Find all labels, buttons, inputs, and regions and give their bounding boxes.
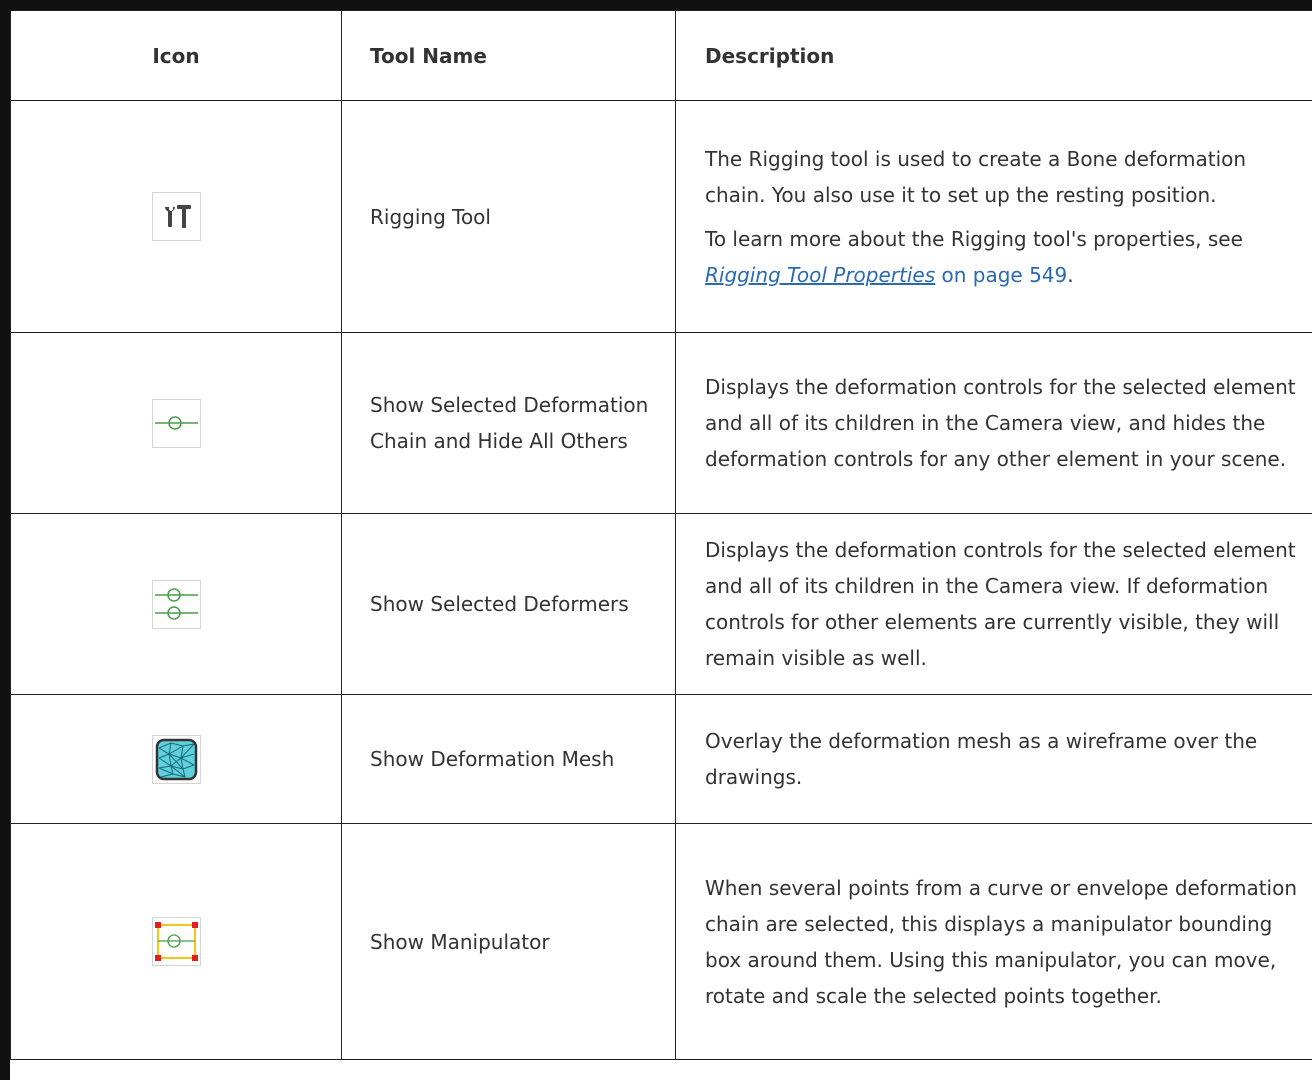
icon-cell <box>10 823 342 1060</box>
deformation-mesh-icon <box>151 734 201 784</box>
icon-cell <box>10 100 342 333</box>
description-text: Overlay the deformation mesh as a wirefr… <box>705 729 1258 789</box>
table-header-row: Icon Tool Name Description <box>10 10 1312 101</box>
page-reference-link[interactable]: on page 549 <box>935 263 1067 287</box>
icon-cell <box>10 332 342 514</box>
tool-name-cell: Show Selected Deformers <box>341 513 676 695</box>
icon-cell <box>10 513 342 695</box>
table-row: Show Manipulator When several points fro… <box>10 823 1312 1060</box>
table-row: Show Deformation Mesh Overlay the deform… <box>10 694 1312 824</box>
description-cell: Overlay the deformation mesh as a wirefr… <box>675 694 1312 824</box>
header-icon: Icon <box>10 10 342 101</box>
table-row: Show Selected Deformation Chain and Hide… <box>10 332 1312 514</box>
show-selected-deformers-icon <box>151 579 201 629</box>
description-cell: When several points from a curve or enve… <box>675 823 1312 1060</box>
description-text: The Rigging tool is used to create a Bon… <box>705 146 1247 207</box>
tools-table: Icon Tool Name Description Rigging Tool … <box>10 10 1312 1060</box>
tool-name-cell: Show Selected Deformation Chain and Hide… <box>341 332 676 514</box>
description-text: To learn more about the Rigging tool's p… <box>705 221 1304 293</box>
tool-name-cell: Show Deformation Mesh <box>341 694 676 824</box>
manipulator-icon <box>151 917 201 966</box>
header-description: Description <box>675 10 1312 101</box>
description-text: When several points from a curve or enve… <box>705 875 1298 1008</box>
page-left-border <box>0 0 10 1080</box>
description-cell: Displays the deformation controls for th… <box>675 513 1312 695</box>
icon-cell <box>10 694 342 824</box>
description-prefix: To learn more about the Rigging tool's p… <box>705 226 1243 251</box>
tool-name-cell: Show Manipulator <box>341 823 676 1060</box>
show-selected-chain-icon <box>151 398 201 448</box>
tool-name-cell: Rigging Tool <box>341 100 676 333</box>
rigging-tool-icon <box>151 192 201 241</box>
page-top-border <box>0 0 1312 10</box>
description-text: Displays the deformation controls for th… <box>705 375 1296 471</box>
description-cell: The Rigging tool is used to create a Bon… <box>675 100 1312 333</box>
table-row: Show Selected Deformers Displays the def… <box>10 513 1312 695</box>
description-cell: Displays the deformation controls for th… <box>675 332 1312 514</box>
description-suffix: . <box>1067 262 1074 287</box>
description-text: Displays the deformation controls for th… <box>705 538 1296 670</box>
header-tool-name: Tool Name <box>341 10 676 101</box>
table-row: Rigging Tool The Rigging tool is used to… <box>10 100 1312 333</box>
rigging-tool-properties-link[interactable]: Rigging Tool Properties <box>705 263 935 287</box>
